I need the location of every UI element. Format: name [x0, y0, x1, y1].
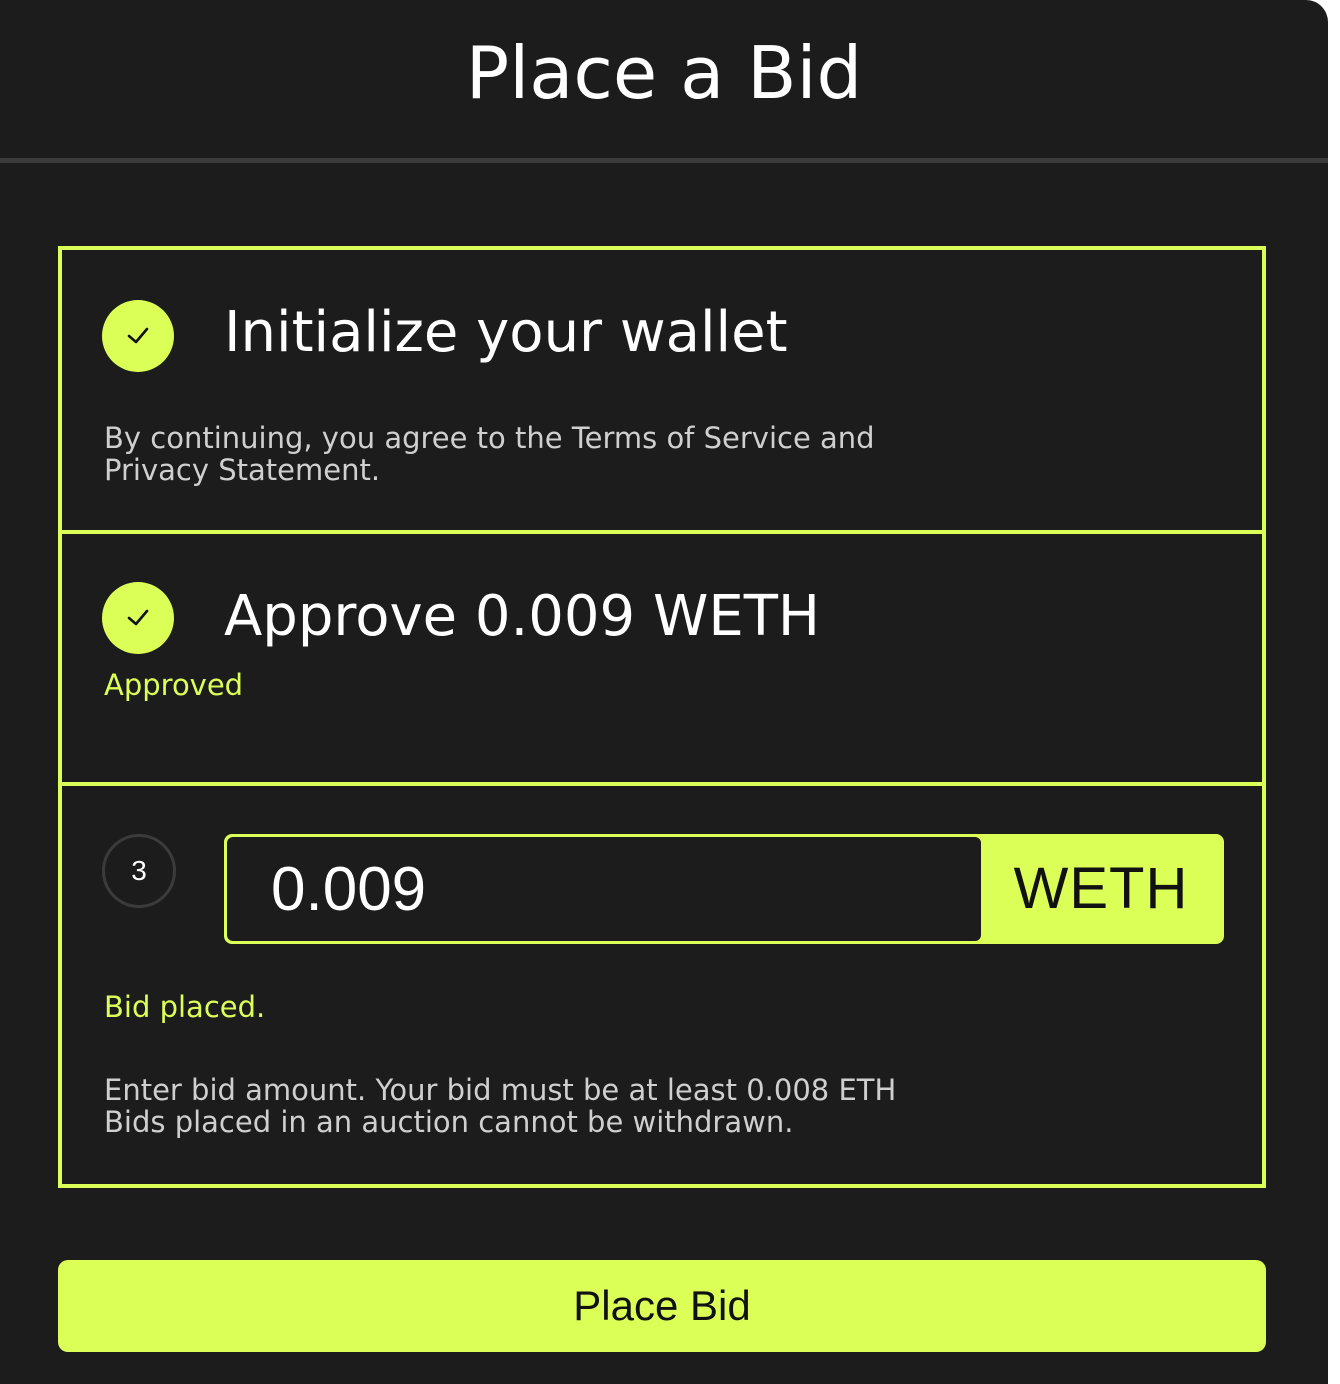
currency-label: WETH: [1013, 856, 1189, 921]
step-enter-bid: 3 WETH Bid placed. Enter bid amount. You…: [62, 786, 1262, 1188]
bid-description: Enter bid amount. Your bid must be at le…: [104, 1074, 1004, 1138]
bid-steps: Initialize your wallet By continuing, yo…: [58, 246, 1266, 1188]
modal-title: Place a Bid: [465, 31, 863, 115]
step-approve-weth: Approve 0.009 WETH Approved: [62, 534, 1262, 786]
place-bid-button[interactable]: Place Bid: [58, 1260, 1266, 1352]
step-title: Initialize your wallet: [224, 300, 788, 365]
step-description: By continuing, you agree to the Terms of…: [104, 421, 875, 487]
check-icon: [102, 582, 174, 654]
step-initialize-wallet: Initialize your wallet By continuing, yo…: [62, 250, 1262, 534]
step-status: Approved: [104, 668, 244, 702]
step-number-badge: 3: [102, 834, 176, 908]
modal-header: Place a Bid: [0, 0, 1328, 163]
bid-withdraw-note: Bids placed in an auction cannot be with…: [104, 1105, 794, 1139]
check-icon: [102, 300, 174, 372]
bid-amount-field: WETH: [224, 834, 1224, 944]
window-edge: [1328, 0, 1340, 1384]
step-title: Approve 0.009 WETH: [224, 584, 821, 649]
bid-amount-input[interactable]: [227, 837, 981, 941]
bid-status: Bid placed.: [104, 990, 266, 1024]
place-bid-modal: Place a Bid Initialize your wallet By co…: [0, 0, 1328, 1384]
bid-minimum-note: Enter bid amount. Your bid must be at le…: [104, 1073, 897, 1107]
